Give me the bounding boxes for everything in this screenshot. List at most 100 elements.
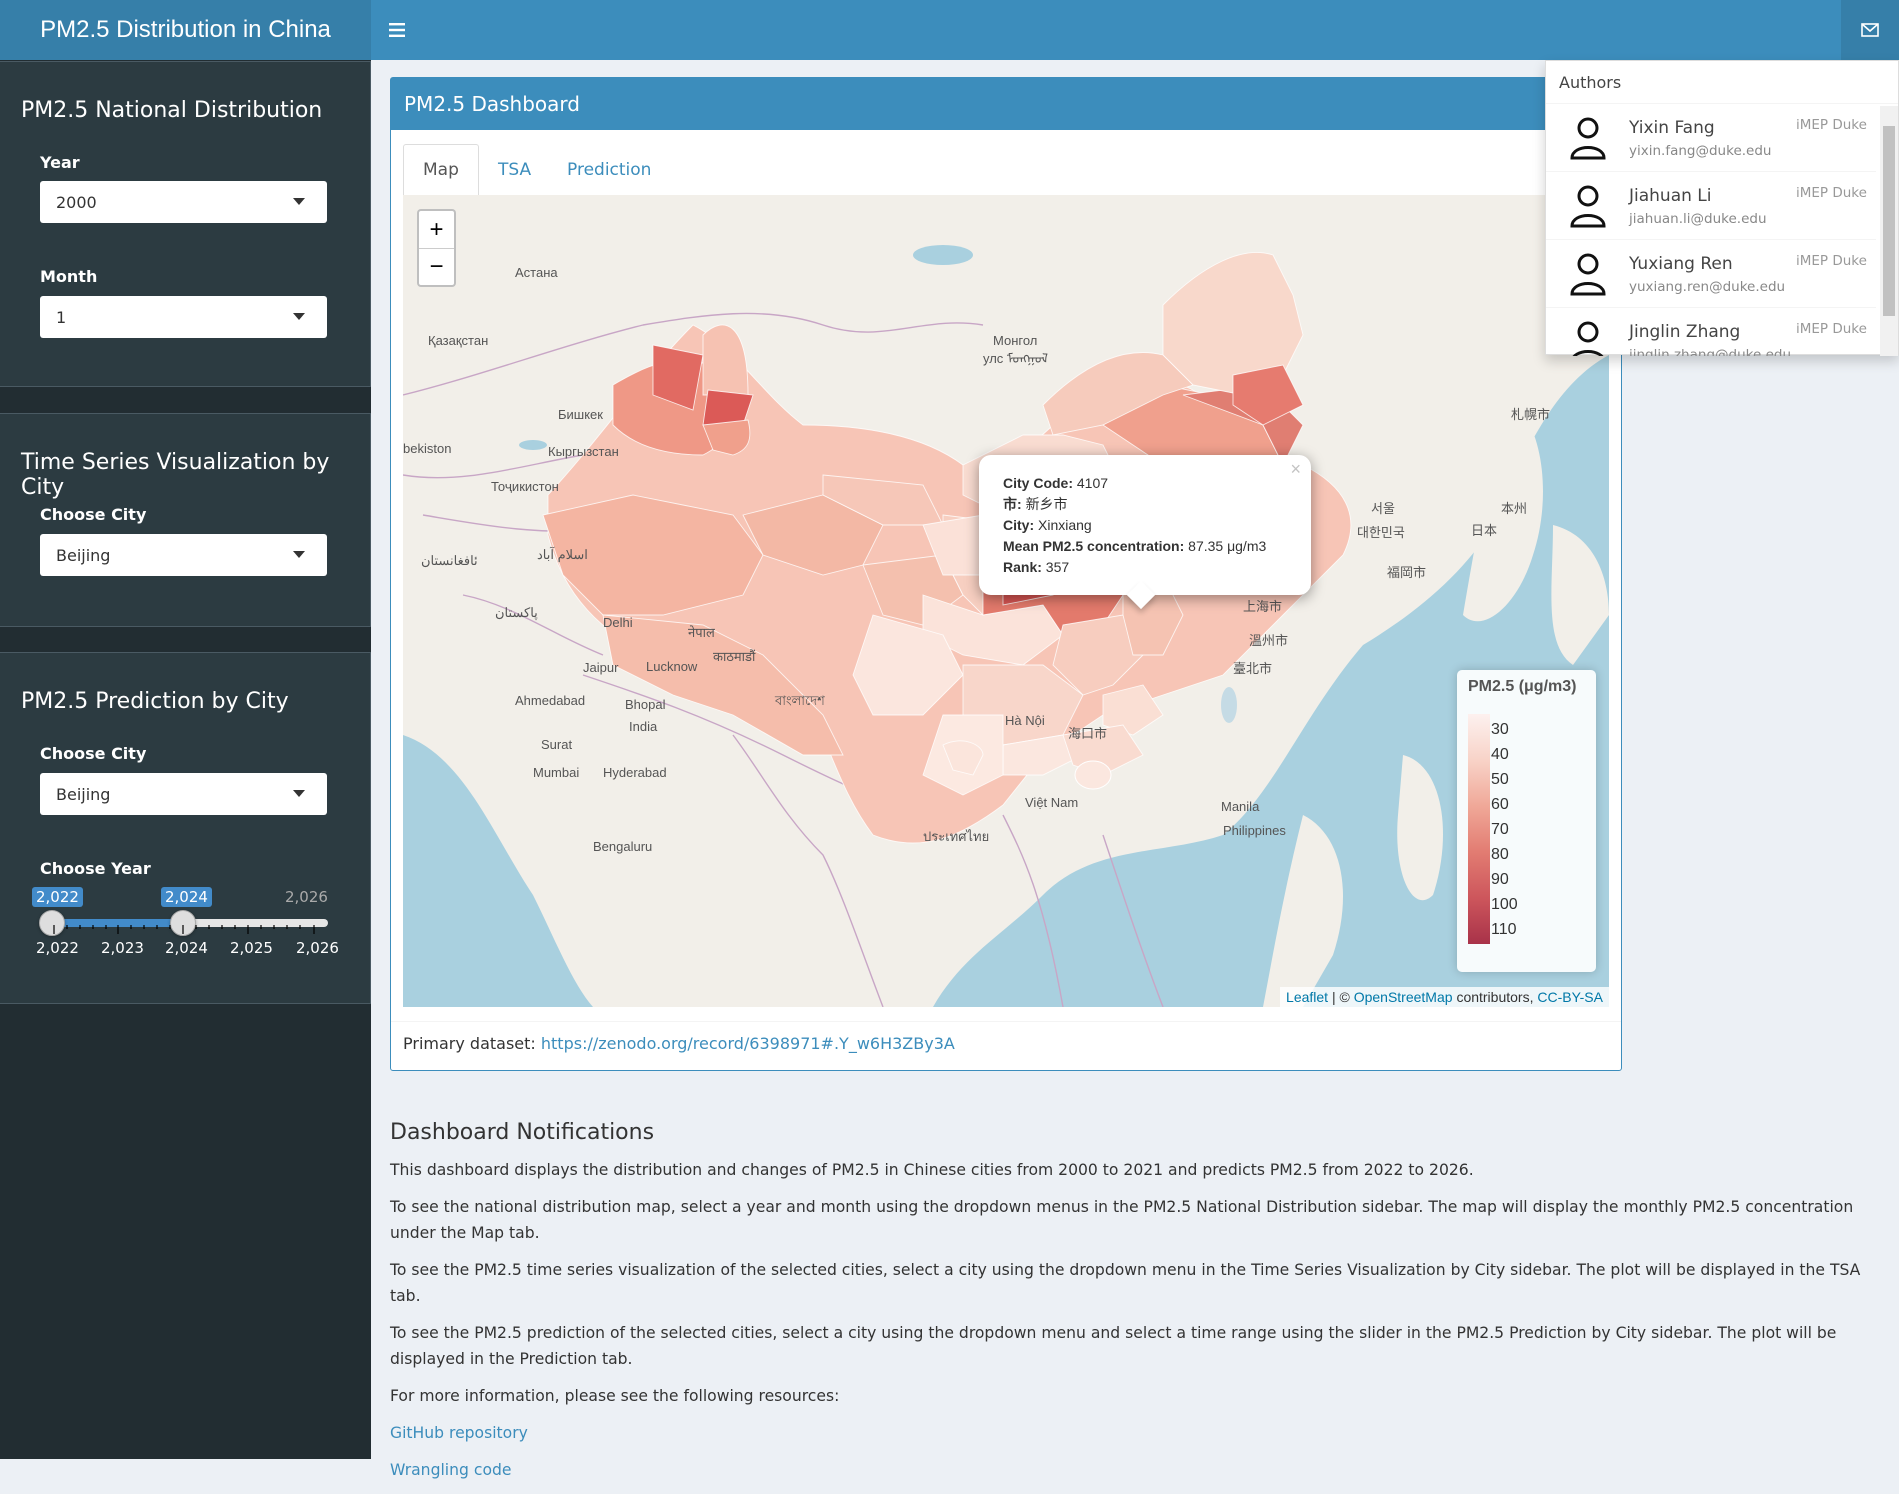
national-distribution-section: PM2.5 National Distribution Year 2000 Mo…: [0, 61, 371, 387]
hamburger-icon[interactable]: [371, 0, 423, 60]
authors-scrollbar[interactable]: [1880, 106, 1898, 356]
tab-bar: Map TSA Prediction: [403, 144, 1608, 196]
prediction-city-value: Beijing: [56, 784, 111, 804]
slider-tick-label: 2,024: [165, 939, 208, 957]
time-series-section: Time Series Visualization by City Choose…: [0, 413, 371, 627]
map-label: Mumbai: [533, 765, 579, 780]
legend-tick: 110: [1491, 921, 1517, 938]
tsa-city-select[interactable]: Beijing: [40, 534, 327, 576]
close-icon[interactable]: ×: [1290, 459, 1301, 480]
map-label: 福岡市: [1387, 565, 1426, 580]
popup-city-code: City Code: 4107: [1003, 475, 1109, 491]
map-label: Hà Nội: [1005, 713, 1045, 728]
slider-ticks: [53, 925, 315, 934]
tab-tsa[interactable]: TSA: [479, 144, 550, 196]
author-org: iMEP Duke: [1796, 117, 1867, 133]
dataset-link[interactable]: https://zenodo.org/record/6398971#.Y_w6H…: [541, 1034, 955, 1053]
caret-down-icon: [293, 551, 305, 558]
map-label: اسلام آباد: [537, 546, 588, 563]
legend-title: PM2.5 (μg/m3): [1468, 678, 1577, 695]
scrollbar-thumb[interactable]: [1883, 126, 1895, 316]
map-label: bekiston: [403, 441, 451, 456]
map-label: Бишкек: [558, 407, 603, 422]
notification-paragraph: To see the national distribution map, se…: [390, 1198, 1854, 1242]
notifications-title: Dashboard Notifications: [390, 1120, 655, 1145]
dashboard-notifications: Dashboard Notifications This dashboard d…: [390, 1120, 1880, 1494]
city-popup: × City Code: 4107 市: 新乡市 City: Xinxiang …: [979, 455, 1311, 610]
tab-prediction[interactable]: Prediction: [548, 144, 670, 196]
authors-menu-button[interactable]: [1841, 0, 1899, 60]
app-title[interactable]: PM2.5 Distribution in China: [0, 0, 371, 60]
map-label: ئافغانستان: [421, 553, 478, 568]
choose-city-label: Choose City: [40, 505, 147, 524]
legend-tick: 90: [1491, 871, 1509, 888]
notification-paragraph: This dashboard displays the distribution…: [390, 1161, 1474, 1179]
year-value: 2000: [56, 192, 97, 212]
year-select[interactable]: 2000: [40, 181, 327, 223]
author-name: Jinglin Zhang: [1629, 322, 1741, 342]
wrangling-code-link[interactable]: Wrangling code: [390, 1461, 511, 1479]
leaflet-link[interactable]: Leaflet: [1286, 989, 1328, 1005]
map-label: 臺北市: [1233, 661, 1272, 676]
legend-tick: 50: [1491, 771, 1509, 788]
map-label: 서울: [1371, 501, 1395, 516]
tsa-city-value: Beijing: [56, 545, 111, 565]
user-icon: [1572, 321, 1604, 356]
map-label: 日本: [1471, 523, 1497, 538]
author-email: yuxiang.ren@duke.edu: [1629, 279, 1786, 295]
legend-color-bar: [1468, 714, 1490, 944]
year-label: Year: [40, 153, 80, 172]
osm-link[interactable]: OpenStreetMap: [1354, 989, 1453, 1005]
map-label: Bhopal: [625, 697, 666, 712]
map-tiles: Астана Қазақстан Монгол улс ᠮᠣᠩᠭᠣᠯ Бишке…: [403, 195, 1609, 1007]
map-label: 上海市: [1243, 599, 1282, 614]
map-label: Việt Nam: [1025, 795, 1078, 810]
tab-map[interactable]: Map: [403, 144, 479, 196]
legend-tick: 60: [1491, 796, 1509, 813]
notification-paragraph: For more information, please see the fol…: [390, 1387, 840, 1405]
slider-end-badge: 2,026: [285, 888, 328, 906]
notification-paragraph: To see the PM2.5 prediction of the selec…: [390, 1324, 1837, 1368]
author-item[interactable]: Jiahuan Li jiahuan.li@duke.edu iMEP Duke: [1546, 172, 1876, 240]
slider-min-badge: 2,022: [32, 887, 83, 907]
legend-tick: 80: [1491, 846, 1509, 863]
license-link[interactable]: CC-BY-SA: [1537, 989, 1603, 1005]
envelope-icon: [1861, 23, 1879, 37]
map-label: Қазақстан: [428, 333, 488, 348]
author-name: Yuxiang Ren: [1629, 254, 1733, 274]
map-label: Астана: [515, 265, 558, 280]
map-label: Bengaluru: [593, 839, 652, 854]
caret-down-icon: [293, 198, 305, 205]
author-org: iMEP Duke: [1796, 253, 1867, 269]
author-item[interactable]: Yixin Fang yixin.fang@duke.edu iMEP Duke: [1546, 104, 1876, 172]
zoom-control: + −: [417, 209, 456, 287]
popup-mean: Mean PM2.5 concentration: 87.35 μg/m3: [1003, 538, 1267, 554]
author-email: jiahuan.li@duke.edu: [1629, 211, 1767, 227]
map-label: 海口市: [1068, 726, 1107, 741]
map-label: Кыргызстан: [548, 444, 619, 459]
choose-city-label: Choose City: [40, 744, 147, 763]
zoom-out-button[interactable]: −: [419, 248, 454, 285]
github-link[interactable]: GitHub repository: [390, 1424, 528, 1442]
author-item[interactable]: Yuxiang Ren yuxiang.ren@duke.edu iMEP Du…: [1546, 240, 1876, 308]
prediction-city-select[interactable]: Beijing: [40, 773, 327, 815]
zoom-in-button[interactable]: +: [419, 211, 454, 248]
section-title: PM2.5 Prediction by City: [21, 689, 289, 714]
map-label: Hyderabad: [603, 765, 667, 780]
map-label: 溫州市: [1249, 633, 1288, 648]
caret-down-icon: [293, 790, 305, 797]
month-select[interactable]: 1: [40, 296, 327, 338]
pm25-map[interactable]: Астана Қазақстан Монгол улс ᠮᠣᠩᠭᠣᠯ Бишке…: [403, 195, 1609, 1007]
popup-shi: 市: 新乡市: [1003, 496, 1068, 512]
user-icon: [1570, 185, 1606, 228]
choose-year-label: Choose Year: [40, 859, 151, 878]
legend-tick: 70: [1491, 821, 1509, 838]
map-legend: PM2.5 (μg/m3) 30 40 50 60 70 80 90 100 1…: [1457, 670, 1596, 972]
user-icon: [1570, 253, 1606, 296]
popup-city: City: Xinxiang: [1003, 517, 1092, 533]
caret-down-icon: [293, 313, 305, 320]
popup-rank: Rank: 357: [1003, 559, 1070, 575]
map-label: Тоҷикистон: [491, 479, 559, 494]
map-label: Delhi: [603, 615, 633, 630]
author-item[interactable]: Jinglin Zhang jinglin.zhang@duke.edu iME…: [1546, 308, 1876, 356]
